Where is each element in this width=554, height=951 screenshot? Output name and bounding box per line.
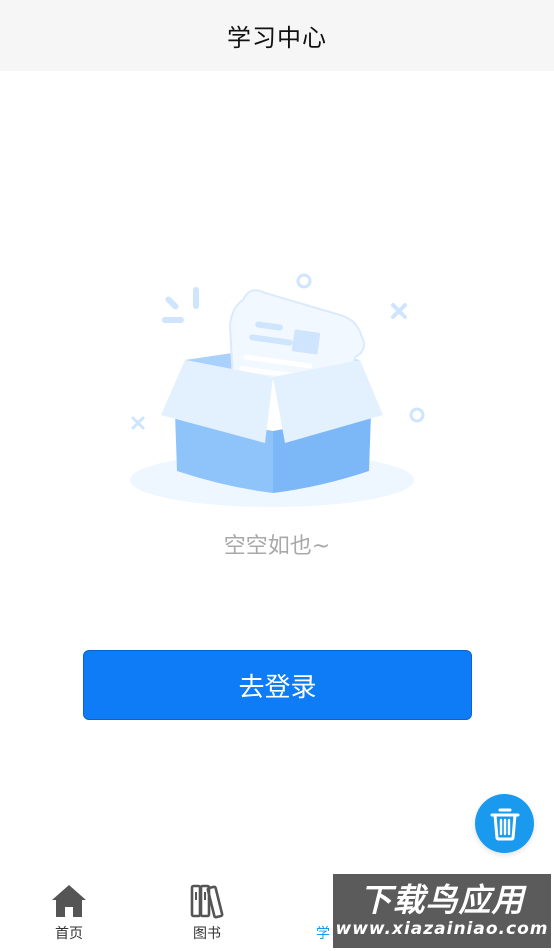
watermark-title: 下载鸟应用 xyxy=(359,881,525,919)
empty-box-icon xyxy=(130,273,425,507)
books-icon xyxy=(190,884,224,919)
top-app-bar: 学习中心 xyxy=(0,0,554,71)
watermark-url: www.xiazainiao.com xyxy=(335,919,549,939)
delete-fab-button[interactable] xyxy=(475,794,534,853)
tab-home[interactable]: 首页 xyxy=(0,870,138,951)
trash-icon xyxy=(490,808,519,840)
login-button[interactable]: 去登录 xyxy=(83,650,472,720)
tab-books-label: 图书 xyxy=(193,926,221,942)
tab-home-label: 首页 xyxy=(55,926,83,942)
tab-books[interactable]: 图书 xyxy=(138,870,276,951)
watermark-logo: 下载鸟应用 www.xiazainiao.com xyxy=(333,874,551,948)
home-icon xyxy=(52,885,86,917)
page-title: 学习中心 xyxy=(227,24,327,52)
empty-state-message: 空空如也~ xyxy=(223,534,331,559)
